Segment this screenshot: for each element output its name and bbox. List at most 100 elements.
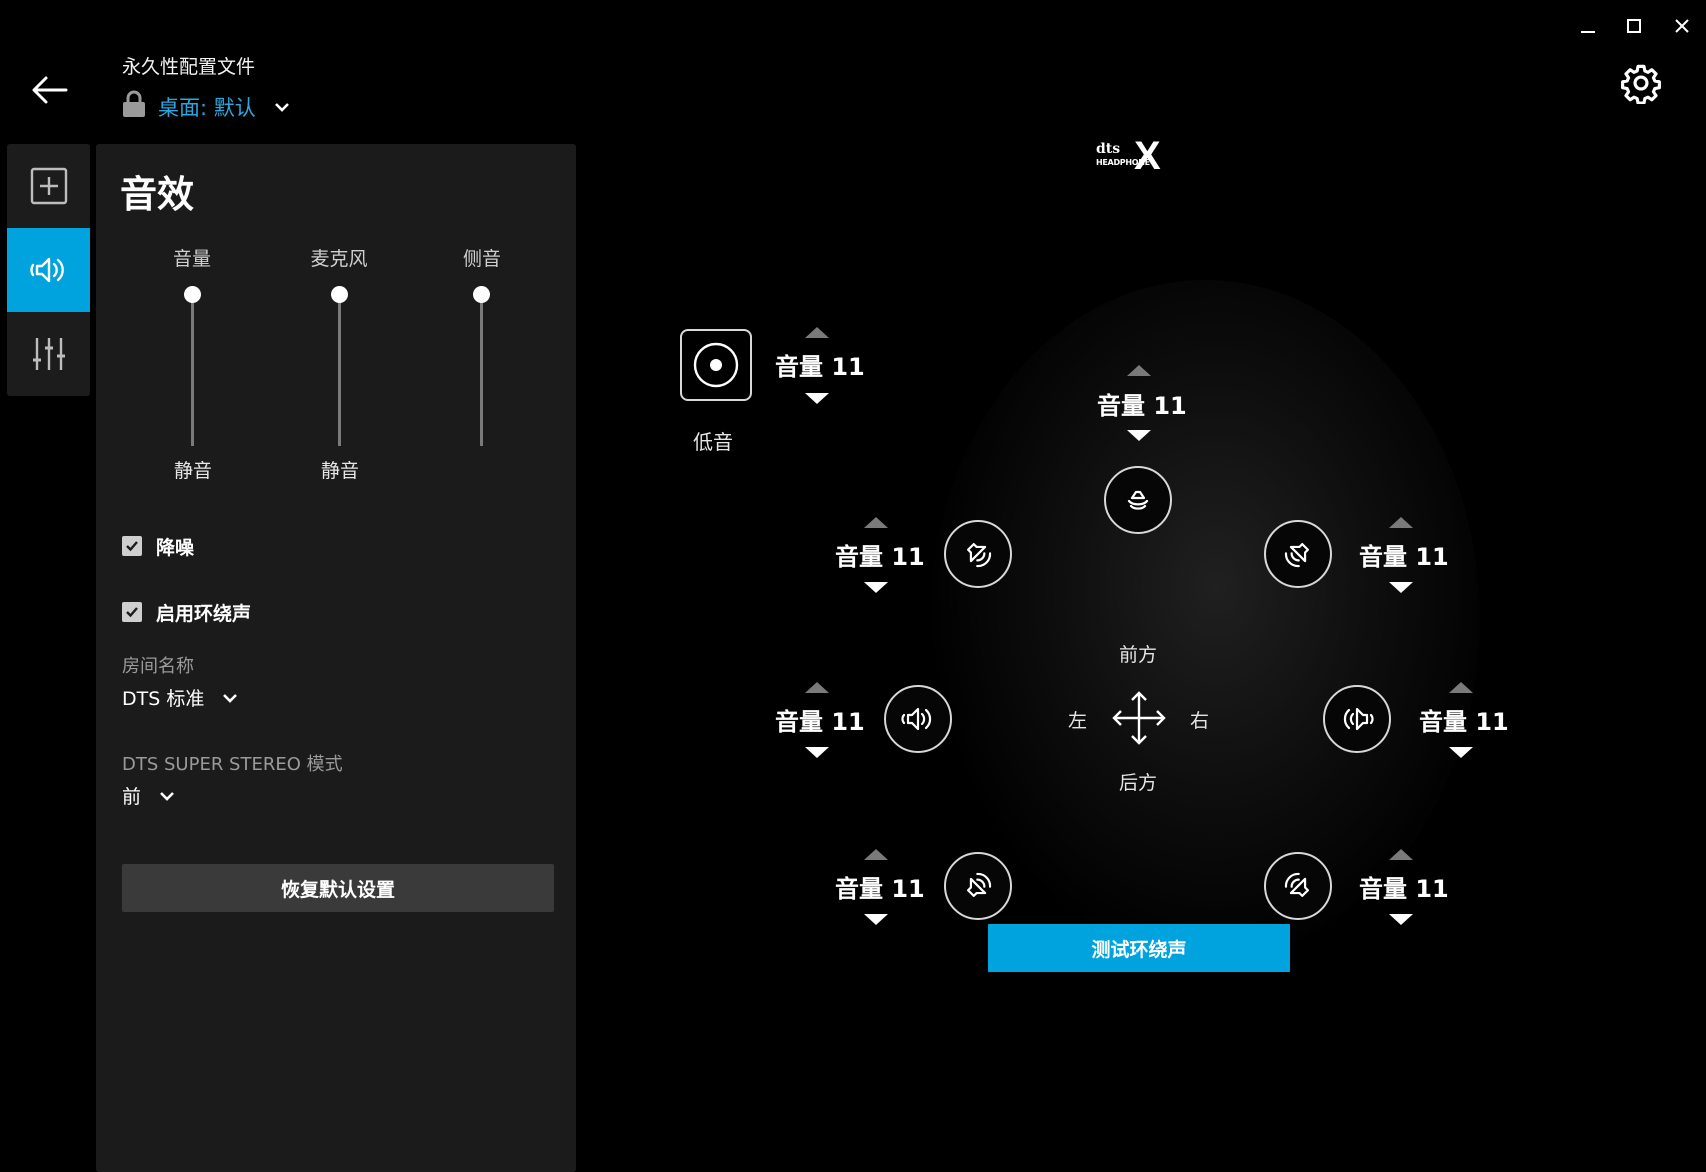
front-left-volume: 音量 11 — [835, 543, 925, 571]
room-label: 房间名称 — [122, 656, 194, 677]
profile-value: 桌面: 默认 — [158, 96, 256, 120]
rear-left-volume-up[interactable] — [864, 849, 888, 860]
rear-right-speaker-icon — [1284, 872, 1309, 897]
profile-caption: 永久性配置文件 — [122, 56, 256, 78]
front-left-volume-down[interactable] — [864, 582, 888, 593]
front-left-volume-up[interactable] — [864, 517, 888, 528]
sound-panel: 音效 音量 静音 麦克风 静音 侧音 降噪 启用环绕声 房间名称 DTS 标准 … — [96, 144, 576, 1172]
subwoofer-volume: 音量 11 — [775, 353, 865, 381]
chevron-down-icon — [160, 791, 174, 801]
sidetone-slider-label: 侧音 — [462, 248, 502, 270]
rear-right-volume-down[interactable] — [1389, 914, 1413, 925]
side-right-volume: 音量 11 — [1419, 708, 1509, 736]
chevron-down-icon — [223, 693, 238, 703]
front-right-speaker-button[interactable] — [1264, 520, 1332, 588]
logo-mark-x: X — [1134, 134, 1161, 178]
rear-right-speaker-button[interactable] — [1264, 852, 1332, 920]
direction-front-label: 前方 — [1119, 644, 1158, 666]
mic-slider-knob[interactable] — [331, 286, 348, 303]
subwoofer-button[interactable] — [680, 329, 752, 401]
center-volume: 音量 11 — [1097, 392, 1187, 420]
side-left-speaker-button[interactable] — [884, 685, 952, 753]
side-left-volume-up[interactable] — [805, 682, 829, 693]
speaker-icon — [30, 257, 64, 283]
mic-slider-label: 麦克风 — [310, 248, 368, 270]
center-speaker-icon — [1127, 490, 1149, 510]
profile-select[interactable]: 桌面: 默认 — [158, 92, 290, 122]
front-left-speaker-button[interactable] — [944, 520, 1012, 588]
checkmark-icon — [126, 607, 138, 618]
side-right-speaker-button[interactable] — [1323, 685, 1391, 753]
rail-item-sound[interactable] — [7, 228, 90, 312]
gear-icon — [1621, 64, 1661, 105]
stereo-mode-label: DTS SUPER STEREO 模式 — [122, 754, 343, 775]
arrow-left-icon — [32, 76, 68, 104]
volume-slider-knob[interactable] — [184, 286, 201, 303]
front-left-speaker-icon — [967, 543, 992, 568]
front-right-volume-up[interactable] — [1389, 517, 1413, 528]
stereo-mode-value: 前 — [122, 786, 142, 808]
rear-right-volume: 音量 11 — [1359, 875, 1449, 903]
subwoofer-volume-down[interactable] — [805, 393, 829, 404]
room-select[interactable]: DTS 标准 — [122, 684, 238, 711]
front-right-volume: 音量 11 — [1359, 543, 1449, 571]
center-volume-up[interactable] — [1127, 365, 1151, 376]
volume-slider-label: 音量 — [172, 248, 212, 270]
sidetone-slider-track[interactable] — [480, 296, 483, 446]
test-surround-button[interactable]: 测试环绕声 — [988, 924, 1290, 972]
direction-right-label: 右 — [1190, 710, 1210, 732]
side-left-speaker-icon — [901, 707, 932, 731]
checkmark-icon — [126, 541, 138, 552]
maximize-button[interactable] — [1614, 8, 1654, 44]
move-arrows-icon — [1112, 691, 1166, 745]
center-volume-down[interactable] — [1127, 430, 1151, 441]
side-right-volume-up[interactable] — [1449, 682, 1473, 693]
center-speaker-button[interactable] — [1104, 466, 1172, 534]
volume-slider-track[interactable] — [191, 296, 194, 446]
logo-text-dts: dts — [1096, 141, 1121, 157]
rear-left-speaker-button[interactable] — [944, 852, 1012, 920]
front-right-speaker-icon — [1284, 543, 1309, 568]
noise-reduction-label: 降噪 — [156, 537, 195, 559]
maximize-icon — [1627, 19, 1641, 33]
side-right-speaker-icon — [1343, 707, 1374, 731]
surround-label: 启用环绕声 — [156, 603, 252, 625]
subwoofer-label: 低音 — [693, 430, 733, 454]
settings-button[interactable] — [1620, 62, 1666, 108]
rail-item-add[interactable] — [7, 144, 90, 228]
rail-item-equalizer[interactable] — [7, 312, 90, 396]
direction-left-label: 左 — [1068, 710, 1088, 732]
noise-reduction-checkbox[interactable] — [122, 536, 142, 556]
dts-headphone-x-logo: dts HEADPHONE X — [1096, 136, 1178, 176]
close-icon — [1675, 19, 1689, 33]
direction-back-label: 后方 — [1119, 772, 1158, 794]
add-square-icon — [30, 167, 68, 205]
stereo-mode-select[interactable]: 前 — [122, 782, 175, 809]
back-button[interactable] — [22, 68, 76, 112]
side-right-volume-down[interactable] — [1449, 747, 1473, 758]
minimize-button[interactable] — [1568, 8, 1608, 44]
side-rail — [7, 144, 90, 396]
rear-right-volume-up[interactable] — [1389, 849, 1413, 860]
side-left-volume: 音量 11 — [775, 708, 865, 736]
equalizer-icon — [33, 338, 65, 370]
reset-defaults-button[interactable]: 恢复默认设置 — [122, 864, 554, 912]
chevron-down-icon — [274, 103, 289, 112]
side-left-volume-down[interactable] — [805, 747, 829, 758]
panel-title: 音效 — [120, 173, 194, 216]
position-move-control[interactable] — [1111, 690, 1167, 746]
close-button[interactable] — [1662, 8, 1702, 44]
volume-mute-label: 静音 — [173, 460, 213, 482]
rear-left-speaker-icon — [967, 872, 992, 897]
mic-mute-label: 静音 — [320, 460, 360, 482]
subwoofer-volume-up[interactable] — [805, 327, 829, 338]
surround-checkbox[interactable] — [122, 602, 142, 622]
rear-left-volume-down[interactable] — [864, 914, 888, 925]
subwoofer-icon — [693, 342, 739, 388]
front-right-volume-down[interactable] — [1389, 582, 1413, 593]
rear-left-volume: 音量 11 — [835, 875, 925, 903]
sidetone-slider-knob[interactable] — [473, 286, 490, 303]
lock-icon — [122, 90, 146, 122]
room-value: DTS 标准 — [122, 688, 205, 710]
mic-slider-track[interactable] — [338, 296, 341, 446]
